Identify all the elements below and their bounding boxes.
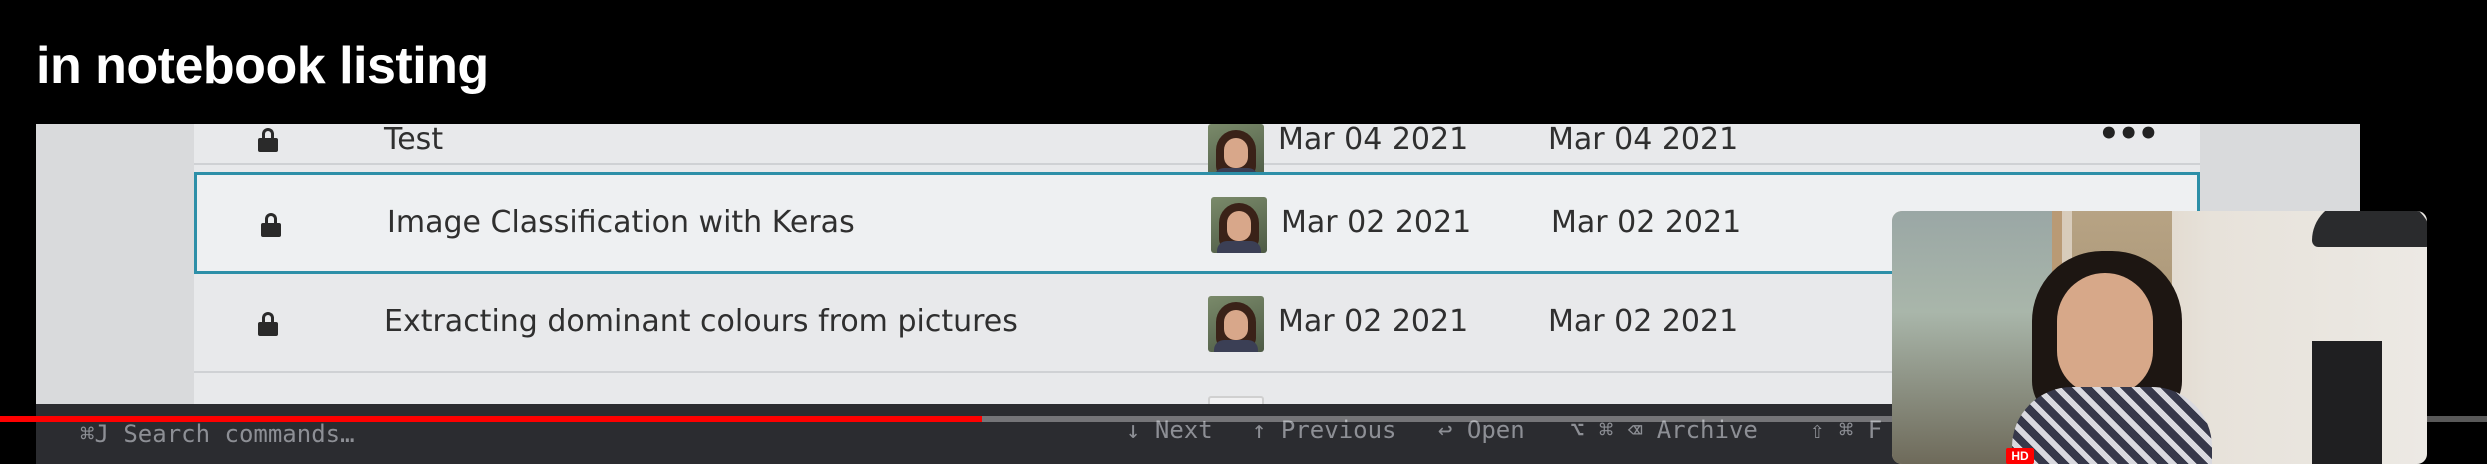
lock-icon (258, 128, 278, 152)
modified-date: Mar 02 2021 (1551, 205, 1742, 240)
avatar (1211, 197, 1267, 253)
notebook-name[interactable]: Extracting dominant colours from picture… (384, 304, 1018, 339)
more-horizontal-icon[interactable]: ••• (2098, 124, 2159, 154)
video-progress-fill (0, 416, 983, 422)
video-title: in notebook listing (36, 37, 489, 95)
created-date: Mar 04 2021 (1278, 124, 1469, 157)
lock-icon (261, 213, 281, 237)
created-date: Mar 02 2021 (1278, 304, 1469, 339)
modified-date: Mar 02 2021 (1548, 304, 1739, 339)
hd-badge: HD (2006, 448, 2034, 464)
created-date: Mar 02 2021 (1281, 205, 1472, 240)
avatar (1208, 296, 1264, 352)
presenter-video (1892, 211, 2427, 464)
lock-icon (258, 312, 278, 336)
notebook-name[interactable]: Image Classification with Keras (387, 205, 855, 240)
notebook-name[interactable]: Test (384, 124, 443, 157)
modified-date: Mar 04 2021 (1548, 124, 1739, 157)
command-search-input[interactable]: ⌘J Search commands… (80, 420, 355, 448)
notebook-row[interactable]: Test Mar 04 2021 Mar 04 2021 ••• (194, 124, 2200, 180)
